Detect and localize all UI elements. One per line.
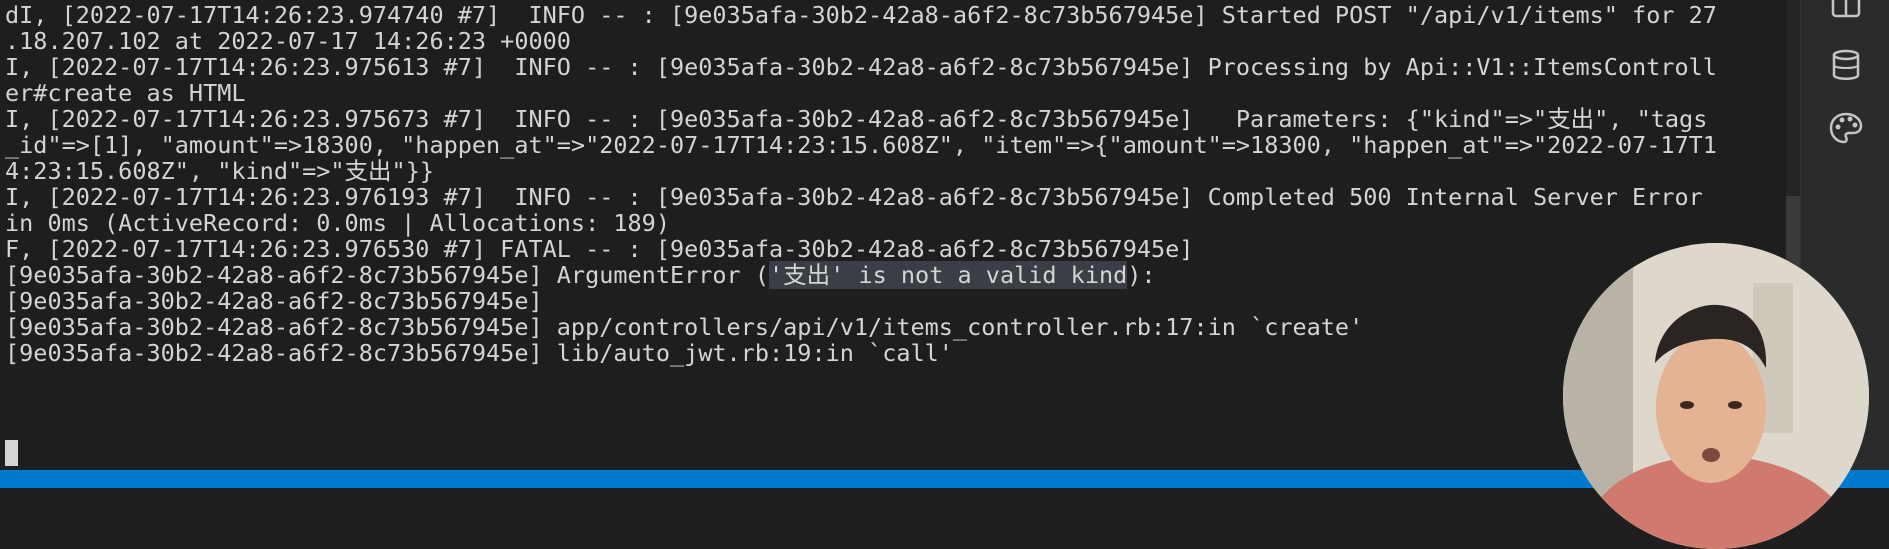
error-suffix: ): [1127,261,1156,289]
webcam-person-image [1563,243,1869,549]
layout-icon[interactable] [1828,0,1864,36]
terminal-line: [9e035afa-30b2-42a8-a6f2-8c73b567945e] l… [5,339,953,367]
error-message-selection[interactable]: '支出' is not a valid kind [769,261,1128,289]
error-prefix: [9e035afa-30b2-42a8-a6f2-8c73b567945e] A… [5,261,770,289]
database-icon[interactable] [1828,48,1864,84]
terminal-line: I, [2022-07-17T14:26:23.975613 #7] INFO … [5,53,1717,81]
terminal-cursor [5,440,18,466]
terminal-panel[interactable]: dI, [2022-07-17T14:26:23.974740 #7] INFO… [0,0,1800,470]
webcam-overlay [1563,243,1869,549]
palette-icon[interactable] [1828,110,1864,146]
